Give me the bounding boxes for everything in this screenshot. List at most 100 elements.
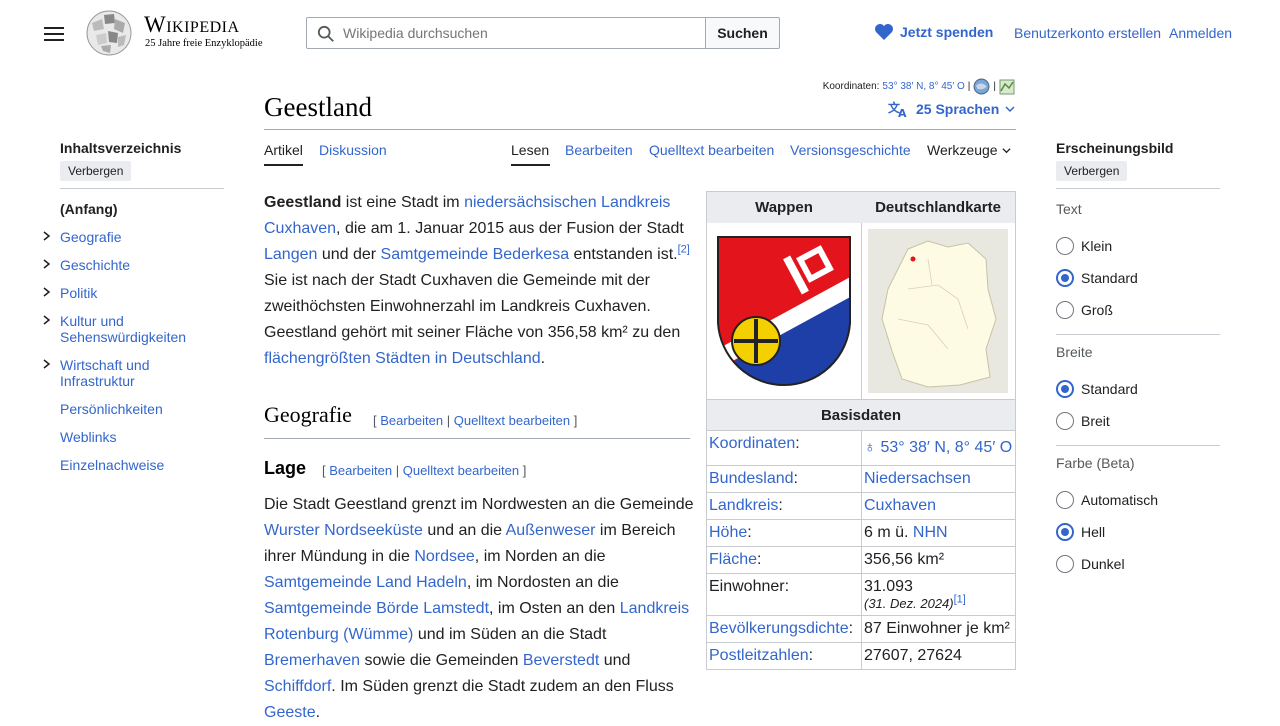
login-link[interactable]: Anmelden (1169, 25, 1232, 41)
heading-lage: Lage (264, 458, 307, 478)
search-field[interactable] (306, 17, 706, 49)
coordinates-value-link[interactable]: ♁ 53° 38′ N, 8° 45′ O (864, 439, 1012, 456)
appearance-hide-button[interactable]: Verbergen (1056, 161, 1128, 181)
toc-hide-button[interactable]: Verbergen (60, 161, 132, 181)
coordinates-value: 53° 38′ N, 8° 45′ O (880, 439, 1013, 456)
row-key-link[interactable]: Bundesland (709, 470, 794, 487)
chevron-right-icon[interactable] (42, 287, 52, 297)
link-schiffdorf[interactable]: Schiffdorf (264, 678, 331, 695)
radio-width-standard[interactable]: Standard (1056, 380, 1138, 398)
row-value: 31.093 (864, 578, 913, 595)
radio-label: Breit (1081, 413, 1110, 429)
row-key-link[interactable]: Landkreis (709, 497, 778, 514)
globe-icon[interactable] (973, 78, 990, 95)
row-value-link[interactable]: NHN (913, 524, 948, 541)
link-land-hadeln[interactable]: Samtgemeinde Land Hadeln (264, 574, 467, 591)
donate-link[interactable]: Jetzt spenden (874, 23, 993, 41)
radio-text-gross[interactable]: Groß (1056, 301, 1113, 319)
row-key-link[interactable]: Koordinaten (709, 435, 795, 452)
wikipedia-globe-logo[interactable] (84, 9, 134, 57)
appearance-divider (1056, 188, 1220, 189)
toc-item-geografie[interactable]: Geografie (60, 229, 220, 245)
table-of-contents: Inhaltsverzeichnis Verbergen (60, 140, 224, 181)
toc-item-einzelnachweise[interactable]: Einzelnachweise (60, 457, 220, 473)
search-button[interactable]: Suchen (705, 17, 780, 49)
toc-item-kultur[interactable]: Kultur und Sehenswürdigkeiten (60, 313, 220, 345)
infobox-row-einwohner: Einwohner: 31.093 (31. Dez. 2024)[1] (707, 573, 1015, 615)
text: . (315, 704, 321, 721)
text: , im Osten an den (489, 600, 620, 617)
germany-map-image[interactable] (868, 229, 1009, 393)
row-key-link[interactable]: Fläche (709, 551, 757, 568)
text: , die am 1. Januar 2015 aus der Fusion d… (336, 220, 684, 237)
wikipedia-wordmark[interactable]: Wikipedia (144, 12, 240, 38)
radio-text-standard[interactable]: Standard (1056, 269, 1138, 287)
link-geeste[interactable]: Geeste (264, 704, 316, 721)
donate-label: Jetzt spenden (900, 24, 994, 40)
row-value-link[interactable]: Niedersachsen (864, 470, 971, 487)
link-wurster[interactable]: Wurster Nordseeküste (264, 522, 423, 539)
infobox: Wappen Deutschlandkarte Basisdaten Koord… (706, 191, 1016, 670)
radio-color-dunkel[interactable]: Dunkel (1056, 555, 1125, 573)
tab-quelltext[interactable]: Quelltext bearbeiten (649, 142, 774, 158)
toc-item-persoenlichkeiten[interactable]: Persönlichkeiten (60, 401, 220, 417)
edit-source-link[interactable]: Quelltext bearbeiten (403, 463, 519, 478)
radio-color-hell[interactable]: Hell (1056, 523, 1105, 541)
toc-item-weblinks[interactable]: Weblinks (60, 429, 220, 445)
link-boerde-lamstedt[interactable]: Samtgemeinde Börde Lamstedt (264, 600, 489, 617)
text: und im Süden an die Stadt (413, 626, 607, 643)
link-flaechengroesste[interactable]: flächengrößten Städten in Deutschland (264, 350, 541, 367)
appearance-divider (1056, 334, 1220, 335)
radio-color-auto[interactable]: Automatisch (1056, 491, 1158, 509)
tab-diskussion[interactable]: Diskussion (319, 142, 387, 158)
row-key-link[interactable]: Höhe (709, 524, 747, 541)
toc-item-wirtschaft[interactable]: Wirtschaft und Infrastruktur (60, 357, 220, 389)
appearance-divider (1056, 445, 1220, 446)
coordinates-link[interactable]: 53° 38′ N, 8° 45′ O (882, 81, 964, 92)
edit-link[interactable]: Bearbeiten (329, 463, 392, 478)
text: . Im Süden grenzt die Stadt zudem an den… (331, 678, 674, 695)
language-button[interactable]: 文A 25 Sprachen (888, 100, 1022, 118)
chevron-right-icon[interactable] (42, 315, 52, 325)
coat-of-arms-image[interactable] (714, 233, 854, 389)
text: , im Norden an die (474, 548, 606, 565)
row-value-link[interactable]: Cuxhaven (864, 497, 936, 514)
link-langen[interactable]: Langen (264, 246, 317, 263)
heading-divider (264, 438, 690, 439)
text: . (540, 350, 546, 367)
map-icon[interactable] (999, 79, 1015, 95)
radio-text-klein[interactable]: Klein (1056, 237, 1112, 255)
link-beverstedt[interactable]: Beverstedt (523, 652, 599, 669)
tab-bearbeiten[interactable]: Bearbeiten (565, 142, 633, 158)
chevron-right-icon[interactable] (42, 259, 52, 269)
row-key-link[interactable]: Bevölkerungsdichte (709, 620, 849, 637)
link-samtgemeinde[interactable]: Samtgemeinde Bederkesa (381, 246, 570, 263)
chevron-right-icon[interactable] (42, 231, 52, 241)
link-nordsee[interactable]: Nordsee (414, 548, 474, 565)
tab-lesen[interactable]: Lesen (511, 142, 549, 158)
edit-source-link[interactable]: Quelltext bearbeiten (454, 413, 570, 428)
ref-2[interactable]: [2] (678, 244, 690, 256)
toc-item-politik[interactable]: Politik (60, 285, 220, 301)
edit-link[interactable]: Bearbeiten (380, 413, 443, 428)
search-input[interactable] (341, 18, 701, 48)
row-key-link[interactable]: Postleitzahlen (709, 647, 809, 664)
ref-1[interactable]: [1] (954, 594, 966, 606)
toc-item-top[interactable]: (Anfang) (60, 201, 220, 217)
tab-versionsgeschichte[interactable]: Versionsgeschichte (790, 142, 911, 158)
tools-menu[interactable]: Werkzeuge (927, 142, 1012, 158)
menu-icon[interactable] (44, 24, 64, 42)
link-bremerhaven[interactable]: Bremerhaven (264, 652, 360, 669)
link-aussenweser[interactable]: Außenweser (506, 522, 596, 539)
radio-width-breit[interactable]: Breit (1056, 412, 1110, 430)
width-label: Breite (1056, 344, 1093, 360)
infobox-header: Wappen Deutschlandkarte (707, 192, 1015, 223)
toc-item-geschichte[interactable]: Geschichte (60, 257, 220, 273)
text: sowie die Gemeinden (360, 652, 523, 669)
text: und (599, 652, 631, 669)
chevron-right-icon[interactable] (42, 359, 52, 369)
tools-label: Werkzeuge (927, 142, 998, 158)
create-account-link[interactable]: Benutzerkonto erstellen (1014, 25, 1161, 41)
tab-lesen-underline (511, 164, 550, 166)
tab-artikel[interactable]: Artikel (264, 142, 303, 158)
